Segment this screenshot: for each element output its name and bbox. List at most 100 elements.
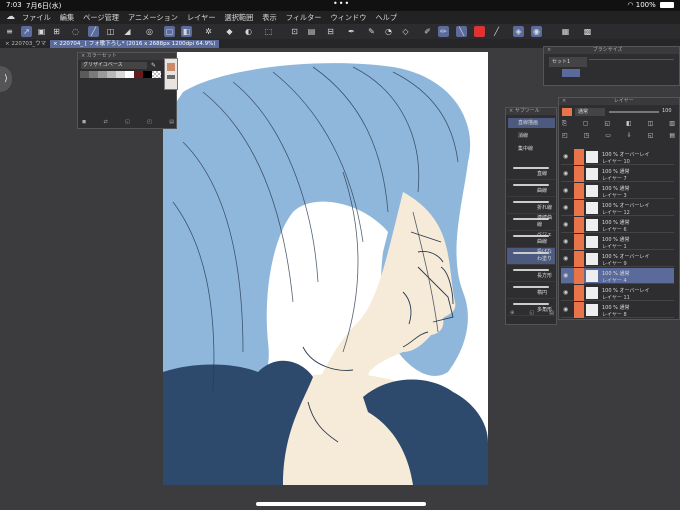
lock-transparent-icon[interactable]: ▥ [669, 120, 675, 128]
new-layer-icon[interactable]: ◰ [562, 132, 568, 139]
brush-item[interactable]: 直線 [507, 163, 555, 180]
brush-item[interactable]: 連続曲線 [507, 214, 555, 231]
stack-icon[interactable]: ◫ [648, 120, 654, 128]
clear-icon[interactable]: ◐ [243, 26, 254, 37]
menu-item[interactable]: フィルター [286, 13, 322, 23]
layer-panel-icon[interactable]: ◈ [513, 26, 524, 37]
line-tool-icon[interactable]: ╱ [88, 26, 99, 37]
color-swatch[interactable] [98, 71, 107, 78]
layer-row[interactable]: ◉ 100 % オーバーレイ レイヤー 12 [561, 200, 674, 216]
size-preset-selected[interactable] [562, 69, 580, 77]
layer-row[interactable]: ◉ 100 % オーバーレイ レイヤー 9 [561, 251, 674, 267]
multitask-dots-icon[interactable]: ••• [333, 0, 350, 8]
menu-item[interactable]: レイヤー [187, 13, 216, 23]
clip-icon[interactable]: ⎘ [562, 120, 567, 128]
main-color-swatch[interactable] [474, 26, 485, 37]
size-preset-row[interactable] [589, 59, 674, 79]
brush-item[interactable]: 長方形 [507, 265, 555, 282]
brush-icon[interactable]: ✎ [366, 26, 377, 37]
copy-icon[interactable]: ◱ [648, 132, 654, 139]
layer-row[interactable]: ◉ 100 % 通常 レイヤー 1 [561, 234, 674, 250]
eye-icon[interactable]: ◉ [563, 255, 572, 263]
bucket-icon[interactable]: ◆ [224, 26, 235, 37]
ruler-icon[interactable]: ◎ [144, 26, 155, 37]
close-icon[interactable]: × [547, 47, 553, 53]
folder-icon[interactable]: ▭ [605, 132, 611, 139]
eye-icon[interactable]: ◉ [563, 289, 572, 297]
new-vector-icon[interactable]: ◳ [584, 132, 590, 139]
ref-icon[interactable]: ◱ [604, 120, 610, 128]
zoom-view-icon[interactable]: ◧ [181, 26, 192, 37]
trash-icon[interactable]: ▤ [669, 132, 675, 139]
layer-row[interactable]: ◉ 100 % オーバーレイ レイヤー 11 [561, 285, 674, 301]
swap-icon[interactable]: ⇄ [104, 119, 108, 125]
gear-icon[interactable]: ✲ [203, 26, 214, 37]
color-swatch[interactable] [134, 71, 143, 78]
close-icon[interactable]: × [562, 98, 568, 104]
eye-icon[interactable]: ◉ [563, 221, 572, 229]
blend-icon[interactable]: ✐ [422, 26, 433, 37]
color-swatch[interactable] [125, 71, 134, 78]
select-all-icon[interactable]: ⬚ [263, 26, 274, 37]
ruler-setting-icon[interactable]: ⊟ [325, 26, 336, 37]
menu-item[interactable]: ページ管理 [83, 13, 119, 23]
menu-item[interactable]: 編集 [60, 13, 74, 23]
menu-item[interactable]: アニメーション [128, 13, 178, 23]
tool-group-3[interactable]: 集中線 [508, 144, 555, 154]
menu-item[interactable]: 表示 [262, 13, 276, 23]
eye-icon[interactable]: ◉ [563, 170, 572, 178]
move-tool-icon[interactable]: ↗ [21, 26, 32, 37]
brush-item[interactable]: 投げなわ塗り [507, 248, 555, 265]
fill-icon[interactable]: ◫ [105, 26, 116, 37]
eye-icon[interactable]: ◉ [563, 153, 572, 161]
lasso-icon[interactable]: ◌ [70, 26, 81, 37]
layer-move-icon[interactable]: ▣ [36, 26, 47, 37]
drawing-canvas[interactable] [163, 52, 488, 485]
layer-row[interactable]: ◉ 100 % 通常 レイヤー 7 [561, 166, 674, 182]
tool-group-1[interactable]: 直線描画 [508, 118, 555, 128]
tab-document-1[interactable]: × 220703_ウマ [2, 40, 49, 48]
crop-icon[interactable]: ⊡ [289, 26, 300, 37]
eye-icon[interactable]: ◉ [563, 272, 572, 280]
layer-row[interactable]: ◉ 100 % オーバーレイ レイヤー 10 [561, 149, 674, 165]
brush-item[interactable]: 多角形 [507, 299, 555, 316]
tab-document-active[interactable]: × 220704_ [ フォ歌下ろし* (2016 x 2688px 1200d… [50, 40, 219, 48]
color-swatch[interactable] [89, 71, 98, 78]
blend-mode-select[interactable]: 通常 [575, 108, 605, 116]
transparent-swatch[interactable] [152, 71, 161, 78]
layer-row[interactable]: ◉ 100 % 通常 レイヤー 4 [561, 268, 674, 284]
gradient-icon[interactable]: ◢ [122, 26, 133, 37]
fill-icon[interactable]: ◼ [82, 119, 86, 125]
color-swatch[interactable] [116, 71, 125, 78]
cloud-icon[interactable]: ☁ [6, 12, 15, 22]
lock-icon[interactable]: ▢ [583, 120, 589, 128]
brush-item[interactable]: 曲線 [507, 180, 555, 197]
opacity-slider[interactable] [609, 111, 659, 113]
hamburger-menu-icon[interactable]: ≡ [4, 26, 15, 37]
copy-icon[interactable]: ◱ [125, 119, 130, 125]
eyedropper-icon[interactable]: ╱ [491, 26, 502, 37]
pen-icon[interactable]: ✒ [346, 26, 357, 37]
add-color-icon[interactable]: ✎ [151, 62, 156, 69]
eye-icon[interactable]: ◉ [563, 238, 572, 246]
menu-item[interactable]: ヘルプ [375, 13, 397, 23]
menu-item[interactable]: 選択範囲 [225, 13, 254, 23]
color-swatch[interactable] [80, 71, 89, 78]
brush-item[interactable]: ベジェ曲線 [507, 231, 555, 248]
layer-row[interactable]: ◉ 100 % 通常 レイヤー 3 [561, 183, 674, 199]
redo-icon[interactable]: ▩ [582, 26, 593, 37]
trash-icon[interactable]: ▤ [169, 119, 174, 125]
transform-icon[interactable]: ⊞ [51, 26, 62, 37]
layer-row[interactable]: ◉ 100 % 通常 レイヤー 6 [561, 217, 674, 233]
side-panel-handle[interactable]: ⟩ [0, 66, 12, 92]
navigator-icon[interactable]: ◉ [531, 26, 542, 37]
merge-icon[interactable]: ⇩ [627, 132, 632, 139]
eye-icon[interactable]: ◉ [563, 204, 572, 212]
layer-row[interactable]: ◉ 100 % 通常 レイヤー 8 [561, 302, 674, 318]
eye-icon[interactable]: ◉ [563, 187, 572, 195]
color-swatch[interactable] [107, 71, 116, 78]
decoration-icon[interactable]: ✏ [438, 26, 449, 37]
layer-color-icon[interactable] [562, 108, 572, 116]
brush-set-select[interactable]: セット1 [549, 57, 587, 67]
watercolor-icon[interactable]: ◔ [383, 26, 394, 37]
